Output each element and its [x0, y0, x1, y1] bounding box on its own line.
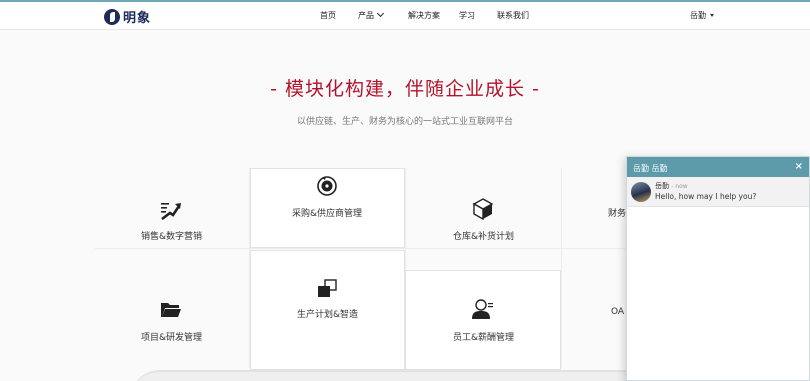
chat-widget[interactable]: 岳勤 岳勤 × 岳勤 - now Hello, how may I help y…	[626, 156, 810, 381]
module-label-project[interactable]: 项目&研发管理	[141, 330, 202, 343]
chat-header: 岳勤 岳勤 ×	[627, 157, 809, 177]
chat-timestamp: - now	[671, 183, 688, 190]
logo-icon	[104, 8, 120, 25]
chat-sender: 岳勤 - now	[655, 181, 688, 191]
nav-contact[interactable]: 联系我们	[497, 10, 529, 21]
user-menu[interactable]: 岳勤	[690, 10, 714, 21]
chat-message: 岳勤 - now Hello, how may I help you?	[627, 177, 809, 207]
warehouse-box-icon	[472, 198, 494, 220]
module-label-production[interactable]: 生产计划&智造	[297, 307, 358, 320]
module-label-sales[interactable]: 销售&数字营销	[141, 229, 202, 242]
production-layers-icon	[318, 279, 337, 297]
module-label-warehouse[interactable]: 仓库&补货计划	[453, 229, 514, 242]
module-label-finance[interactable]: 财务	[608, 206, 626, 219]
chat-title: 岳勤 岳勤	[633, 164, 668, 173]
chat-sender-name: 岳勤	[655, 182, 669, 190]
nav-products[interactable]: 产品	[358, 9, 385, 21]
nav-solutions[interactable]: 解决方案	[408, 10, 440, 21]
module-label-oa[interactable]: OA	[611, 307, 624, 317]
caret-down-icon	[710, 14, 714, 17]
nav-learn[interactable]: 学习	[459, 10, 475, 21]
grid-divider	[95, 248, 625, 249]
grid-divider	[561, 168, 562, 368]
close-icon[interactable]: ×	[795, 161, 803, 172]
folder-icon	[161, 303, 181, 317]
chevron-down-icon	[376, 9, 385, 18]
brand-logo[interactable]: 明象	[104, 7, 151, 26]
chat-message-text: Hello, how may I help you?	[655, 192, 757, 201]
hero-subtitle: 以供应链、生产、财务为核心的一站式工业互联网平台	[296, 117, 513, 127]
hero-title: - 模块化构建，伴随企业成长 -	[270, 78, 540, 100]
module-label-hr[interactable]: 员工&薪酬管理	[453, 330, 514, 343]
user-name: 岳勤	[690, 11, 706, 20]
sales-chart-icon	[161, 203, 181, 221]
brand-name: 明象	[123, 11, 152, 26]
top-navbar: 明象 首页 产品 解决方案 学习 联系我们 岳勤	[0, 0, 810, 30]
purchase-cycle-icon	[317, 176, 337, 196]
avatar	[631, 182, 651, 202]
nav-home[interactable]: 首页	[320, 10, 336, 21]
bottom-decoration	[130, 370, 710, 381]
module-tile-hr[interactable]	[405, 270, 561, 370]
nav-products-label: 产品	[358, 11, 374, 20]
module-label-purchase[interactable]: 采购&供应商管理	[292, 206, 362, 219]
employee-icon	[472, 299, 493, 319]
